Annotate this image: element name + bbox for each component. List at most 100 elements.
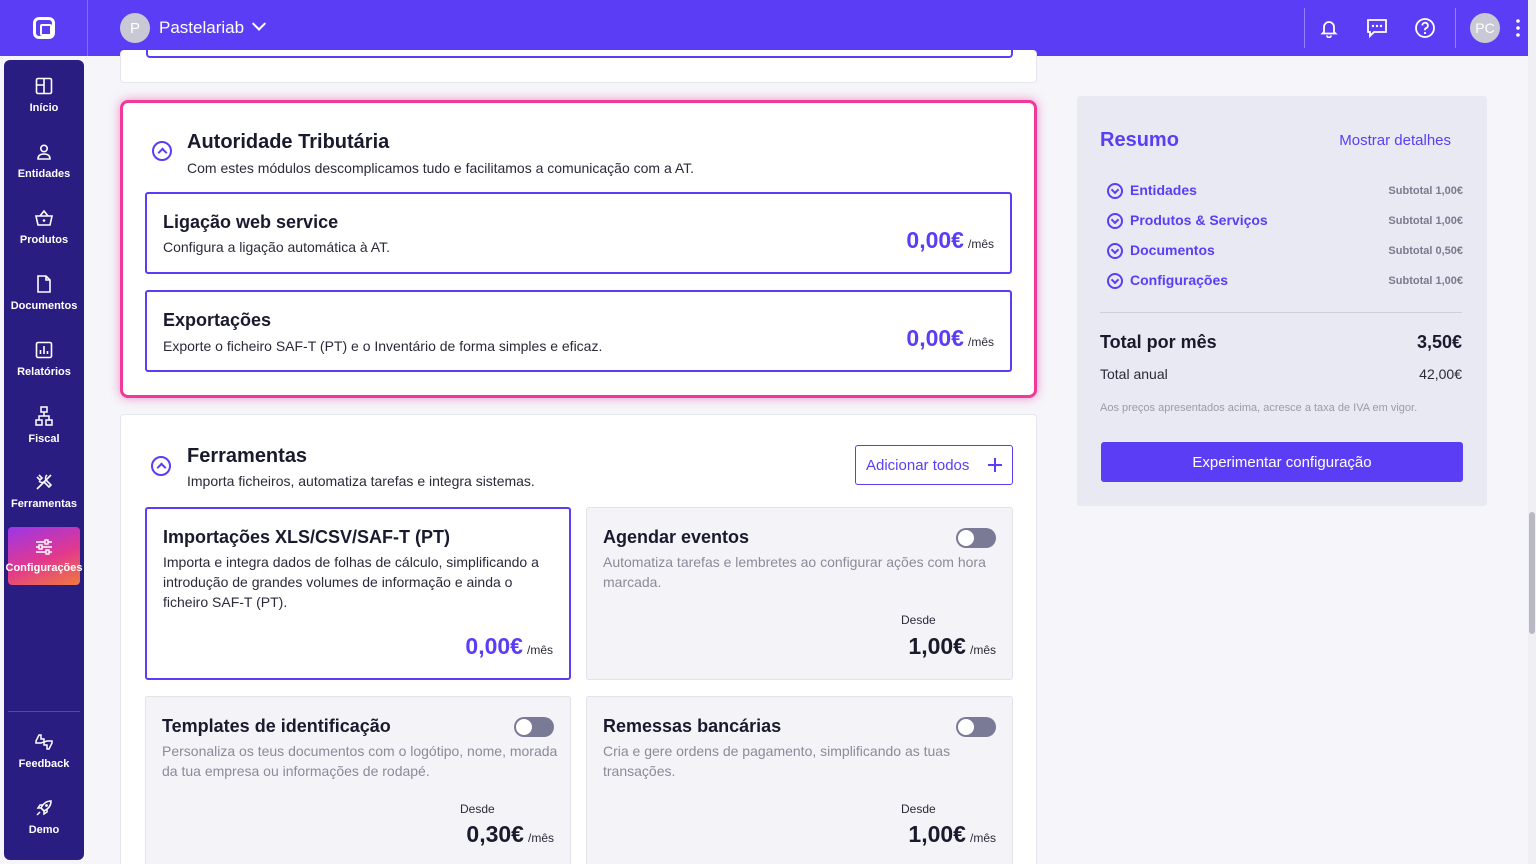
home-icon	[35, 77, 53, 94]
divider	[1455, 8, 1456, 48]
summary-row-subtotal: Subtotal 1,00€	[1388, 215, 1463, 227]
summary-title: Resumo	[1100, 129, 1179, 151]
scrollbar-track[interactable]	[1528, 0, 1536, 864]
section-subtitle: Importa ficheiros, automatiza tarefas e …	[187, 473, 535, 489]
company-name: Pastelariab	[159, 18, 245, 37]
sidebar-item-label: Documentos	[10, 299, 78, 312]
price-amount: 0,00€	[465, 633, 523, 659]
module-description: Exporte o ficheiro SAF-T (PT) e o Invent…	[163, 338, 603, 354]
chevron-down-icon	[1107, 213, 1123, 229]
tools-section-card: Ferramentas Importa ficheiros, automatiz…	[120, 414, 1037, 864]
summary-row-label: Produtos & Serviços	[1130, 212, 1268, 228]
module-price: 0,00€ /mês	[906, 325, 994, 352]
feedback-icon	[35, 733, 53, 750]
sidebar-item-documentos[interactable]: Documentos	[8, 264, 80, 322]
summary-row-subtotal: Subtotal 1,00€	[1388, 275, 1463, 287]
module-card-web-service[interactable]: Ligação web service Configura a ligação …	[145, 192, 1012, 274]
module-card-templates[interactable]: Templates de identificação Personaliza o…	[145, 696, 571, 864]
notifications-button[interactable]	[1305, 0, 1353, 56]
document-icon	[37, 274, 51, 293]
price-from-label: Desde	[460, 802, 495, 816]
price-from-label: Desde	[901, 613, 936, 627]
summary-row-label: Entidades	[1130, 182, 1197, 198]
module-description: Cria e gere ordens de pagamento, simplif…	[603, 743, 951, 779]
collapse-toggle-icon[interactable]	[152, 141, 172, 161]
price-period: /mês	[967, 237, 994, 251]
app-logo[interactable]	[0, 0, 88, 56]
module-price: 1,00€ /mês	[908, 633, 996, 660]
module-price: 0,00€ /mês	[906, 227, 994, 254]
at-section-card: Autoridade Tributária Com estes módulos …	[120, 100, 1037, 398]
try-configuration-button[interactable]: Experimentar configuração	[1101, 442, 1463, 482]
sidebar-item-fiscal[interactable]: Fiscal	[8, 396, 80, 454]
section-subtitle: Com estes módulos descomplicamos tudo e …	[187, 160, 695, 176]
price-amount: 0,30€	[466, 821, 524, 847]
company-selector[interactable]: P Pastelariab	[120, 13, 267, 43]
summary-row-produtos[interactable]: Produtos & Serviços Subtotal 1,00€	[1105, 211, 1463, 231]
show-details-link[interactable]: Mostrar detalhes	[1339, 132, 1451, 149]
summary-row-entidades[interactable]: Entidades Subtotal 1,00€	[1105, 181, 1463, 201]
add-all-button[interactable]: Adicionar todos	[855, 445, 1013, 485]
sidebar-item-entidades[interactable]: Entidades	[8, 132, 80, 190]
add-all-label: Adicionar todos	[866, 456, 970, 474]
sidebar-divider	[8, 711, 80, 712]
chevron-down-icon	[1107, 273, 1123, 289]
sidebar-item-produtos[interactable]: Produtos	[8, 198, 80, 256]
module-title: Agendar eventos	[603, 527, 750, 547]
user-avatar[interactable]: PC	[1470, 13, 1500, 43]
price-amount: 0,00€	[906, 325, 964, 351]
collapse-toggle-icon[interactable]	[151, 456, 171, 476]
price-amount: 1,00€	[908, 821, 966, 847]
sidebar-item-label: Início	[29, 101, 59, 114]
rocket-icon	[36, 799, 52, 816]
price-period: /mês	[967, 335, 994, 349]
user-icon	[37, 143, 51, 160]
total-month-value: 3,50€	[1416, 332, 1462, 352]
module-title: Importações XLS/CSV/SAF-T (PT)	[163, 527, 451, 547]
module-description: Importa e integra dados de folhas de cál…	[163, 554, 539, 610]
module-toggle[interactable]	[956, 528, 996, 548]
summary-row-subtotal: Subtotal 0,50€	[1388, 245, 1463, 257]
basket-icon	[35, 209, 53, 226]
sidebar-item-configuracoes[interactable]: Configurações	[5, 527, 83, 585]
chevron-down-icon	[251, 16, 267, 31]
price-period: /mês	[527, 831, 554, 845]
summary-row-configuracoes[interactable]: Configurações Subtotal 1,00€	[1105, 271, 1463, 291]
module-description: Personaliza os teus documentos com o log…	[162, 743, 558, 779]
sidebar-item-demo[interactable]: Demo	[8, 788, 80, 846]
sidebar: Início Entidades Produtos Documentos Rel…	[4, 60, 84, 860]
sidebar-item-label: Fiscal	[28, 432, 60, 445]
company-avatar: P	[120, 13, 150, 43]
module-toggle[interactable]	[956, 717, 996, 737]
section-title: Autoridade Tributária	[187, 131, 390, 153]
module-card-agendar-eventos[interactable]: Agendar eventos Automatiza tarefas e lem…	[586, 507, 1013, 680]
bell-icon	[1320, 21, 1338, 38]
module-card-remessas[interactable]: Remessas bancárias Cria e gere ordens de…	[586, 696, 1013, 864]
price-amount: 0,00€	[906, 227, 964, 253]
sidebar-item-feedback[interactable]: Feedback	[8, 722, 80, 780]
scrollbar-thumb[interactable]	[1529, 512, 1535, 634]
module-card-importacoes[interactable]: Importações XLS/CSV/SAF-T (PT) Importa e…	[145, 507, 571, 680]
help-icon	[1415, 18, 1435, 38]
sidebar-item-label: Configurações	[5, 561, 83, 574]
sidebar-item-label: Ferramentas	[10, 497, 78, 510]
sidebar-item-label: Entidades	[17, 167, 71, 180]
sidebar-item-label: Demo	[28, 823, 60, 836]
chat-icon	[1367, 19, 1387, 38]
summary-row-documentos[interactable]: Documentos Subtotal 0,50€	[1105, 241, 1463, 261]
module-title: Ligação web service	[163, 212, 339, 232]
sidebar-item-inicio[interactable]: Início	[8, 66, 80, 124]
module-price: 1,00€ /mês	[908, 821, 996, 848]
price-period: /mês	[969, 643, 996, 657]
sidebar-item-relatorios[interactable]: Relatórios	[8, 330, 80, 388]
module-card-exportacoes[interactable]: Exportações Exporte o ficheiro SAF-T (PT…	[145, 290, 1012, 372]
price-from-label: Desde	[901, 802, 936, 816]
summary-row-label: Configurações	[1130, 272, 1229, 288]
sidebar-item-label: Produtos	[19, 233, 69, 246]
top-bar: P Pastelariab PC	[0, 0, 1536, 56]
messages-button[interactable]	[1353, 0, 1401, 56]
help-button[interactable]	[1401, 0, 1449, 56]
module-toggle[interactable]	[514, 717, 554, 737]
sidebar-item-ferramentas[interactable]: Ferramentas	[8, 462, 80, 520]
chart-icon	[35, 341, 53, 358]
